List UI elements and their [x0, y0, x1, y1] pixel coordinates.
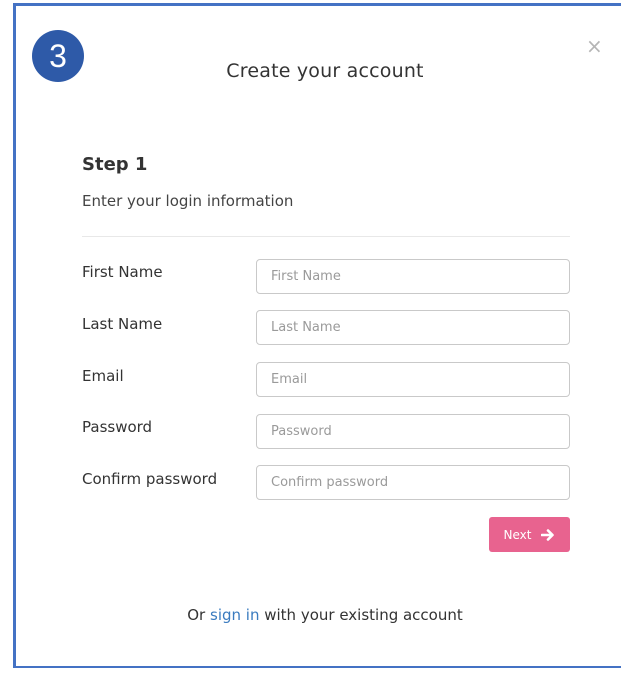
next-button[interactable]: Next [489, 517, 570, 552]
email-label: Email [82, 367, 124, 385]
sign-in-link[interactable]: sign in [210, 606, 259, 624]
confirm-password-input[interactable] [256, 465, 570, 500]
confirm-password-label: Confirm password [82, 470, 218, 488]
next-button-label: Next [503, 527, 532, 542]
signin-suffix: with your existing account [264, 606, 463, 624]
close-icon[interactable]: × [586, 36, 603, 56]
email-input[interactable] [256, 362, 570, 397]
password-input[interactable] [256, 414, 570, 449]
signin-prefix: Or [187, 606, 206, 624]
first-name-input[interactable] [256, 259, 570, 294]
step-heading: Step 1 [82, 154, 148, 175]
modal-title: Create your account [226, 60, 424, 82]
password-label: Password [82, 418, 153, 436]
last-name-input[interactable] [256, 310, 570, 345]
step-number-badge: 3 [32, 30, 84, 82]
divider [82, 236, 570, 237]
first-name-label: First Name [82, 263, 163, 281]
arrow-right-icon [541, 528, 555, 541]
step-subtitle: Enter your login information [82, 192, 294, 210]
last-name-label: Last Name [82, 315, 163, 333]
signin-prompt: Or sign in with your existing account [150, 606, 500, 624]
